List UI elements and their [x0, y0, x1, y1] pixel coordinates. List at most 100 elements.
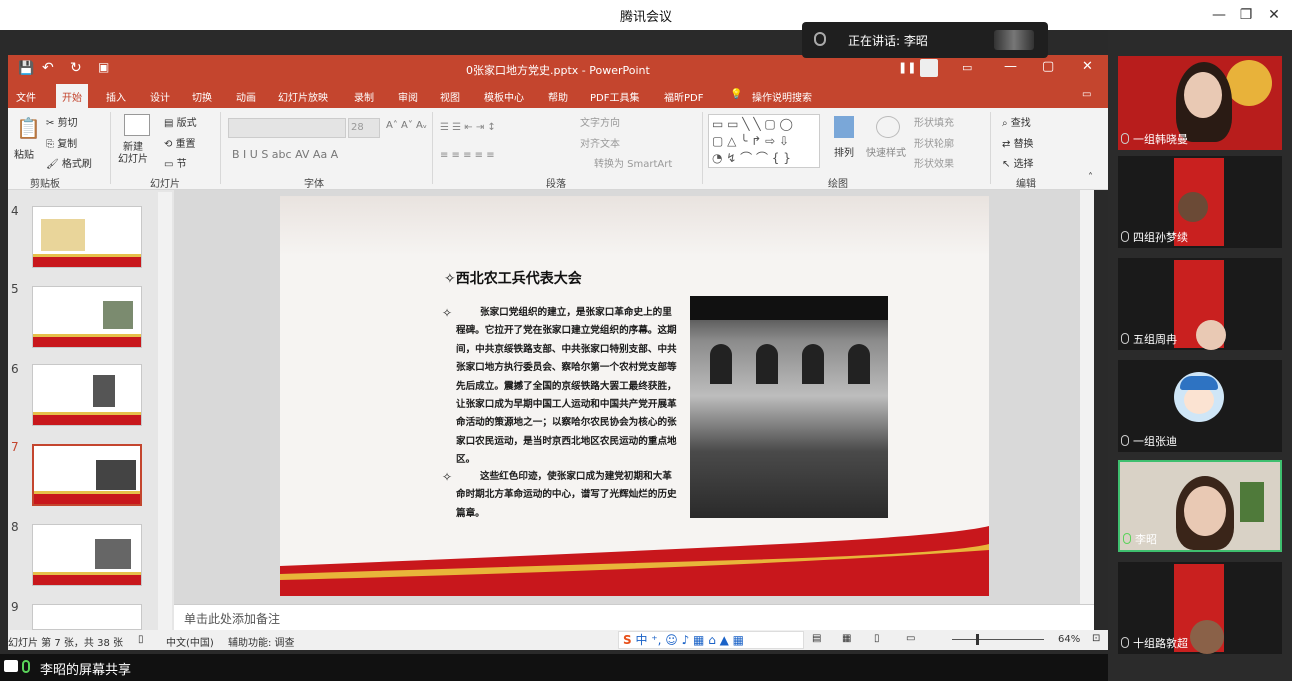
- replace-button[interactable]: ⇄ 替换: [1002, 135, 1034, 150]
- lightbulb-icon[interactable]: 💡: [730, 89, 742, 100]
- slideshow-view-icon[interactable]: ▭: [906, 633, 915, 644]
- shape-fill-button[interactable]: 形状填充: [914, 114, 954, 129]
- align-text-button[interactable]: 对齐文本: [580, 135, 620, 150]
- spellcheck-icon[interactable]: ▯: [138, 634, 144, 645]
- font-name-select[interactable]: [228, 118, 346, 138]
- shape-outline-button[interactable]: 形状轮廓: [914, 135, 954, 150]
- pause-icon[interactable]: ❚❚: [898, 61, 916, 74]
- select-label: 选择: [1013, 159, 1034, 170]
- reset-button[interactable]: ⟲ 重置: [164, 135, 196, 150]
- ime-toolbar[interactable]: S 中 ⁺, ☺ ♪ ▦ ⌂ ▲ ▦: [618, 631, 804, 649]
- normal-view-icon[interactable]: ▤: [812, 633, 821, 644]
- tab-record[interactable]: 录制: [354, 89, 374, 104]
- ppt-close-icon[interactable]: ✕: [1082, 59, 1093, 74]
- current-slide[interactable]: ✧西北农工兵代表大会 ✧ 张家口党组织的建立，是张家口革命史上的里程碑。它拉开了…: [280, 196, 989, 596]
- ppt-restore-icon[interactable]: ▢: [1042, 59, 1054, 74]
- paste-icon[interactable]: 📋: [16, 116, 41, 140]
- arrange-button[interactable]: 排列: [834, 144, 854, 159]
- participant-tile-active-speaker[interactable]: 李昭: [1118, 460, 1282, 552]
- ppt-minimize-icon[interactable]: —: [1004, 59, 1017, 74]
- reading-view-icon[interactable]: ▯: [874, 633, 880, 644]
- list-icons[interactable]: ☰ ☰ ⇤ ⇥ ↕: [440, 122, 496, 133]
- ribbon-display-icon[interactable]: ▭: [962, 61, 972, 74]
- slide-thumbnail[interactable]: [32, 206, 142, 268]
- tell-me-search[interactable]: 操作说明搜索: [752, 89, 812, 104]
- thumbnail-scrollbar[interactable]: [158, 192, 172, 630]
- quick-styles-icon[interactable]: [876, 116, 900, 138]
- accessibility-status[interactable]: 辅助功能: 调查: [228, 634, 295, 649]
- tab-animations[interactable]: 动画: [236, 89, 256, 104]
- paste-button[interactable]: 粘贴: [14, 146, 34, 161]
- fit-slide-icon[interactable]: ⊡: [1092, 633, 1100, 644]
- tab-transitions[interactable]: 切换: [192, 89, 212, 104]
- select-button[interactable]: ↖ 选择: [1002, 155, 1034, 170]
- font-grow-icon[interactable]: A˄ A˅ Aᵥ: [386, 120, 427, 131]
- tab-review[interactable]: 审阅: [398, 89, 418, 104]
- zoom-slider-thumb[interactable]: [976, 634, 979, 645]
- background-plant: [1240, 482, 1264, 522]
- font-size-select[interactable]: 28: [348, 118, 380, 138]
- slide-thumbnail[interactable]: [32, 364, 142, 426]
- participant-tile[interactable]: 十组路敦超: [1118, 562, 1282, 654]
- tab-slideshow[interactable]: 幻灯片放映: [278, 89, 328, 104]
- tab-insert[interactable]: 插入: [106, 89, 126, 104]
- slide-thumbnail[interactable]: [32, 524, 142, 586]
- new-slide-button[interactable]: 新建 幻灯片: [118, 142, 148, 166]
- tab-pdf-tools[interactable]: PDF工具集: [590, 89, 639, 104]
- text-direction-button[interactable]: 文字方向: [580, 114, 620, 129]
- save-icon[interactable]: 💾: [18, 61, 34, 76]
- ppt-title-bar: 💾 ↶ ↻ ▣ 0张家口地方党史.pptx - PowerPoint ❚❚ ▭ …: [8, 55, 1108, 84]
- notes-placeholder[interactable]: 单击此处添加备注: [184, 610, 280, 627]
- thumbnail-photo: [95, 539, 131, 569]
- section-button[interactable]: ▭ 节: [164, 155, 187, 170]
- align-icons[interactable]: ≡ ≡ ≡ ≡ ≡: [440, 150, 495, 161]
- tab-help[interactable]: 帮助: [548, 89, 568, 104]
- tab-file[interactable]: 文件: [16, 89, 36, 104]
- minimize-icon[interactable]: —: [1208, 4, 1230, 26]
- language-status[interactable]: 中文(中国): [166, 634, 214, 649]
- zoom-level[interactable]: 64%: [1058, 634, 1080, 645]
- layout-button[interactable]: ▤ 版式: [164, 114, 197, 129]
- group-slides: 幻灯片: [150, 179, 180, 190]
- slide-thumbnail[interactable]: [32, 604, 142, 630]
- format-painter-button[interactable]: 🖌 格式刷: [46, 155, 92, 170]
- participant-tile[interactable]: 五组周冉: [1118, 258, 1282, 350]
- close-icon[interactable]: ✕: [1263, 4, 1285, 26]
- font-format-icons[interactable]: B I U S abc AV Aa A: [232, 148, 338, 161]
- collapse-ribbon-icon[interactable]: ˄: [1088, 172, 1093, 183]
- participant-tile[interactable]: 一组韩晓曼: [1118, 56, 1282, 150]
- smartart-button[interactable]: 转换为 SmartArt: [594, 155, 672, 170]
- shape-effects-button[interactable]: 形状效果: [914, 155, 954, 170]
- comments-icon[interactable]: ▭: [1082, 89, 1091, 100]
- undo-icon[interactable]: ↶: [42, 60, 54, 76]
- tab-view[interactable]: 视图: [440, 89, 460, 104]
- new-slide-icon[interactable]: [124, 114, 150, 136]
- slide-sorter-icon[interactable]: ▦: [842, 633, 851, 644]
- redo-icon[interactable]: ↻: [70, 60, 82, 76]
- present-icon[interactable]: ▣: [98, 60, 109, 74]
- share-control-icon[interactable]: [994, 30, 1034, 50]
- slide-thumbnail[interactable]: [32, 286, 142, 348]
- notes-pane[interactable]: 单击此处添加备注: [174, 604, 1094, 630]
- cut-button[interactable]: ✂ 剪切: [46, 114, 78, 129]
- tab-design[interactable]: 设计: [150, 89, 170, 104]
- participant-tile[interactable]: 四组孙梦续: [1118, 156, 1282, 248]
- participant-tile[interactable]: 一组张迪: [1118, 360, 1282, 452]
- slide-thumbnail-selected[interactable]: [32, 444, 142, 506]
- tab-home[interactable]: 开始: [56, 84, 88, 108]
- thumbnail-band: [33, 257, 141, 267]
- tab-template-center[interactable]: 模板中心: [484, 89, 524, 104]
- slide-title: ✧西北农工兵代表大会: [444, 271, 582, 287]
- editor-scrollbar[interactable]: [1080, 190, 1094, 604]
- zoom-slider[interactable]: [952, 639, 1044, 640]
- participant-name: 五组周冉: [1121, 331, 1177, 347]
- quick-styles-button[interactable]: 快速样式: [866, 144, 906, 159]
- restore-icon[interactable]: ❐: [1235, 4, 1257, 26]
- avatar-face: [1184, 386, 1214, 414]
- copy-button[interactable]: ⎘ 复制: [46, 135, 77, 150]
- tab-foxit-pdf[interactable]: 福昕PDF: [664, 89, 703, 104]
- arrange-icon[interactable]: [834, 116, 854, 138]
- find-button[interactable]: ⌕ 查找: [1002, 114, 1031, 129]
- account-avatar[interactable]: [920, 59, 938, 77]
- shapes-gallery[interactable]: ▭ ▭ ╲ ╲ ▢ ◯ ▢ △ ╰ ↱ ⇨ ⇩ ◔ ↯ ⌒ ⌒ { }: [708, 114, 820, 168]
